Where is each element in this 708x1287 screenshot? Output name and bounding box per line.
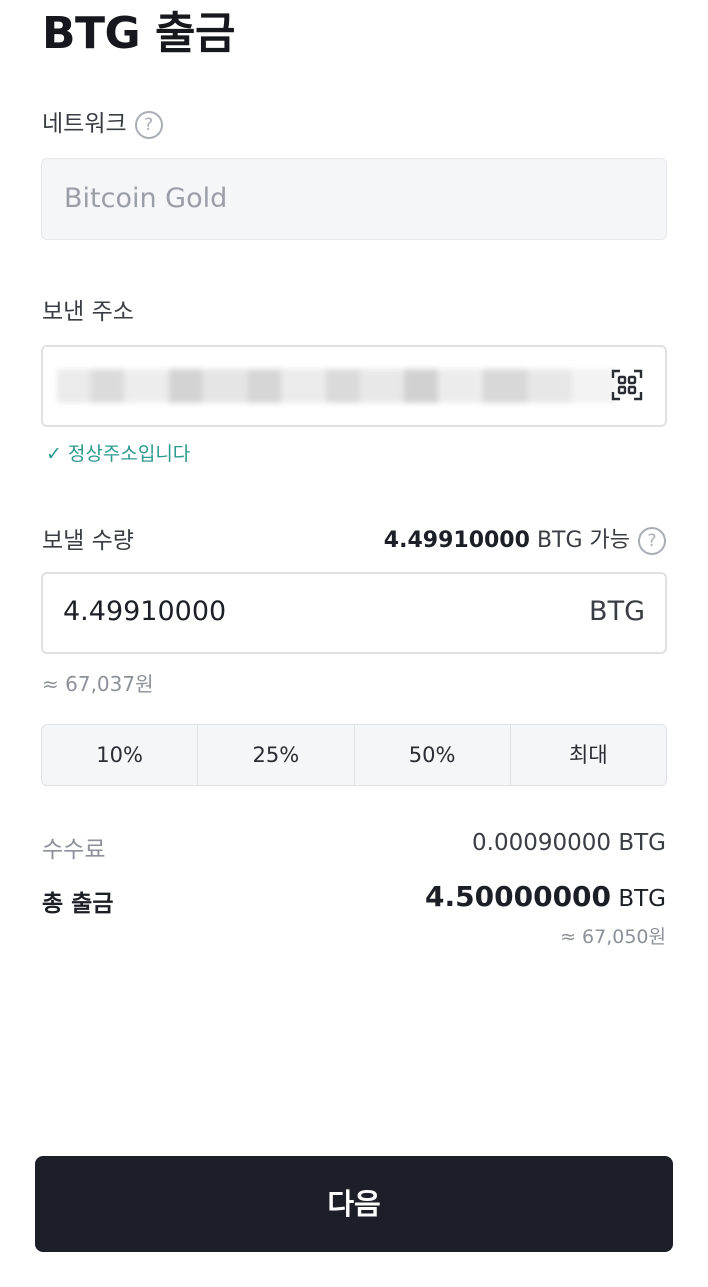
percent-50-button[interactable]: 50%: [355, 725, 511, 785]
check-icon: ✓: [46, 443, 62, 465]
amount-value[interactable]: 4.49910000: [63, 596, 226, 627]
page-title: BTG 출금: [42, 8, 235, 59]
total-value: 4.50000000 BTG: [425, 880, 666, 913]
fee-value: 0.00090000 BTG: [472, 830, 666, 856]
network-label-row: 네트워크?: [42, 108, 163, 140]
address-input[interactable]: [41, 345, 667, 427]
fee-label: 수수료: [42, 837, 106, 863]
amount-unit: BTG: [589, 596, 645, 627]
percent-10-button[interactable]: 10%: [42, 725, 199, 785]
available-suffix: BTG 가능: [536, 528, 630, 553]
total-amount: 4.50000000: [425, 880, 612, 913]
max-button[interactable]: 최대: [511, 725, 666, 785]
next-button[interactable]: 다음: [35, 1156, 673, 1252]
amount-krw-approx: ≈ 67,037원: [42, 672, 154, 696]
amount-label: 보낼 수량: [42, 528, 134, 554]
address-valid-message: ✓ 정상주소입니다: [46, 440, 190, 468]
available-amount: 4.49910000: [383, 528, 530, 553]
percent-25-button[interactable]: 25%: [198, 725, 355, 785]
network-label: 네트워크: [42, 111, 127, 137]
total-label: 총 출금: [42, 891, 114, 917]
network-value: Bitcoin Gold: [64, 183, 228, 214]
fee-unit: BTG: [618, 830, 666, 856]
qr-scan-icon[interactable]: [611, 369, 643, 401]
fee-amount: 0.00090000: [472, 830, 612, 856]
address-label: 보낸 주소: [42, 299, 134, 325]
amount-input[interactable]: 4.49910000 BTG: [41, 572, 667, 654]
help-icon[interactable]: ?: [134, 110, 163, 139]
valid-text: 정상주소입니다: [67, 443, 191, 465]
total-krw-approx: ≈ 67,050원: [560, 926, 666, 948]
percent-button-group: 10% 25% 50% 최대: [41, 724, 667, 786]
help-icon[interactable]: ?: [638, 527, 666, 555]
address-value-redacted: [57, 369, 617, 403]
network-field: Bitcoin Gold: [41, 158, 667, 240]
total-unit: BTG: [618, 886, 666, 912]
available-balance: 4.49910000 BTG 가능?: [384, 525, 666, 557]
